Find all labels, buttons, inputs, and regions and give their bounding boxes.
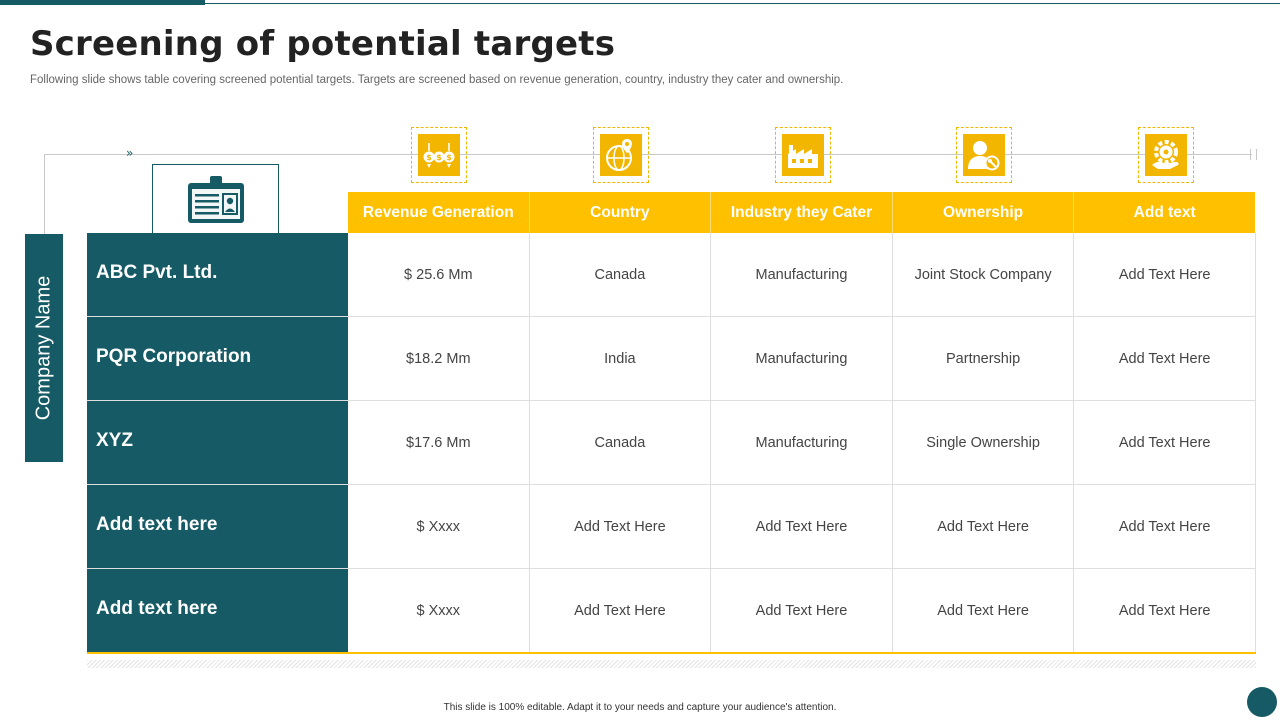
money-exchange-icon: $ $ $	[423, 143, 455, 168]
industry-cell: Manufacturing	[711, 317, 893, 400]
country-cell: Canada	[530, 233, 712, 316]
targets-table: ABC Pvt. Ltd. $ 25.6 Mm Canada Manufactu…	[87, 233, 1256, 654]
company-name-label-text: Company Name	[32, 275, 55, 421]
ownership-cell: Partnership	[893, 317, 1075, 400]
company-name-cell: Add text here	[87, 569, 348, 652]
country-cell: Canada	[530, 401, 712, 484]
ownership-cell: Add Text Here	[893, 485, 1075, 568]
connector-arrows: »	[126, 146, 134, 160]
corner-dot	[1247, 687, 1277, 717]
top-accent-bar	[0, 0, 205, 5]
add-text-icon-badge	[1138, 127, 1194, 183]
column-header-revenue: Revenue Generation	[362, 203, 514, 221]
country-icon-badge	[593, 127, 649, 183]
svg-text:$: $	[426, 153, 432, 162]
table-row: Add text here $ Xxxx Add Text Here Add T…	[87, 569, 1256, 654]
country-cell: Add Text Here	[530, 569, 712, 652]
industry-cell: Manufacturing	[711, 233, 893, 316]
revenue-cell: $18.2 Mm	[348, 317, 530, 400]
column-header-ownership: Ownership	[891, 192, 1074, 233]
id-card-badge	[152, 164, 279, 233]
page-subtitle: Following slide shows table covering scr…	[30, 74, 844, 86]
add-text-cell: Add Text Here	[1074, 485, 1256, 568]
globe-location-icon	[606, 139, 632, 171]
revenue-icon-badge: $ $ $	[411, 127, 467, 183]
company-name-cell: Add text here	[87, 485, 348, 568]
revenue-cell: $ Xxxx	[348, 569, 530, 652]
add-text-cell: Add Text Here	[1074, 317, 1256, 400]
ownership-cell: Add Text Here	[893, 569, 1075, 652]
industry-icon-badge	[775, 127, 831, 183]
company-name-cell: PQR Corporation	[87, 317, 348, 400]
svg-text:$: $	[446, 153, 452, 162]
table-row: XYZ $17.6 Mm Canada Manufacturing Single…	[87, 401, 1256, 485]
table-row: PQR Corporation $18.2 Mm India Manufactu…	[87, 317, 1256, 401]
industry-cell: Add Text Here	[711, 485, 893, 568]
connector-end-cap	[1250, 149, 1257, 160]
column-header-industry: Industry they Cater	[710, 192, 892, 233]
page-title: Screening of potential targets	[30, 24, 616, 64]
company-name-cell: XYZ	[87, 401, 348, 484]
footer-note: This slide is 100% editable. Adapt it to…	[443, 702, 837, 713]
column-header-country: Country	[528, 192, 711, 233]
ownership-cell: Single Ownership	[893, 401, 1075, 484]
industry-cell: Manufacturing	[711, 401, 893, 484]
revenue-cell: $ 25.6 Mm	[348, 233, 530, 316]
industry-cell: Add Text Here	[711, 569, 893, 652]
revenue-cell: $ Xxxx	[348, 485, 530, 568]
company-name-cell: ABC Pvt. Ltd.	[87, 233, 348, 316]
user-key-icon	[968, 141, 1000, 171]
svg-text:$: $	[436, 153, 442, 162]
hatch-divider	[87, 660, 1256, 668]
factory-icon	[788, 145, 818, 168]
add-text-cell: Add Text Here	[1074, 401, 1256, 484]
top-rule	[205, 3, 1280, 4]
ownership-cell: Joint Stock Company	[893, 233, 1075, 316]
table-row: Add text here $ Xxxx Add Text Here Add T…	[87, 485, 1256, 569]
column-header-add-text: Add text	[1073, 192, 1255, 233]
country-cell: Add Text Here	[530, 485, 712, 568]
company-name-label: Company Name	[25, 234, 63, 462]
table-header: Revenue Generation Country Industry they…	[348, 192, 1255, 233]
connector-drop	[44, 154, 45, 234]
ownership-icon-badge	[956, 127, 1012, 183]
add-text-cell: Add Text Here	[1074, 233, 1256, 316]
gear-hand-icon	[1152, 140, 1179, 169]
country-cell: India	[530, 317, 712, 400]
id-card-icon	[188, 176, 244, 223]
table-row: ABC Pvt. Ltd. $ 25.6 Mm Canada Manufactu…	[87, 233, 1256, 317]
revenue-cell: $17.6 Mm	[348, 401, 530, 484]
add-text-cell: Add Text Here	[1074, 569, 1256, 652]
